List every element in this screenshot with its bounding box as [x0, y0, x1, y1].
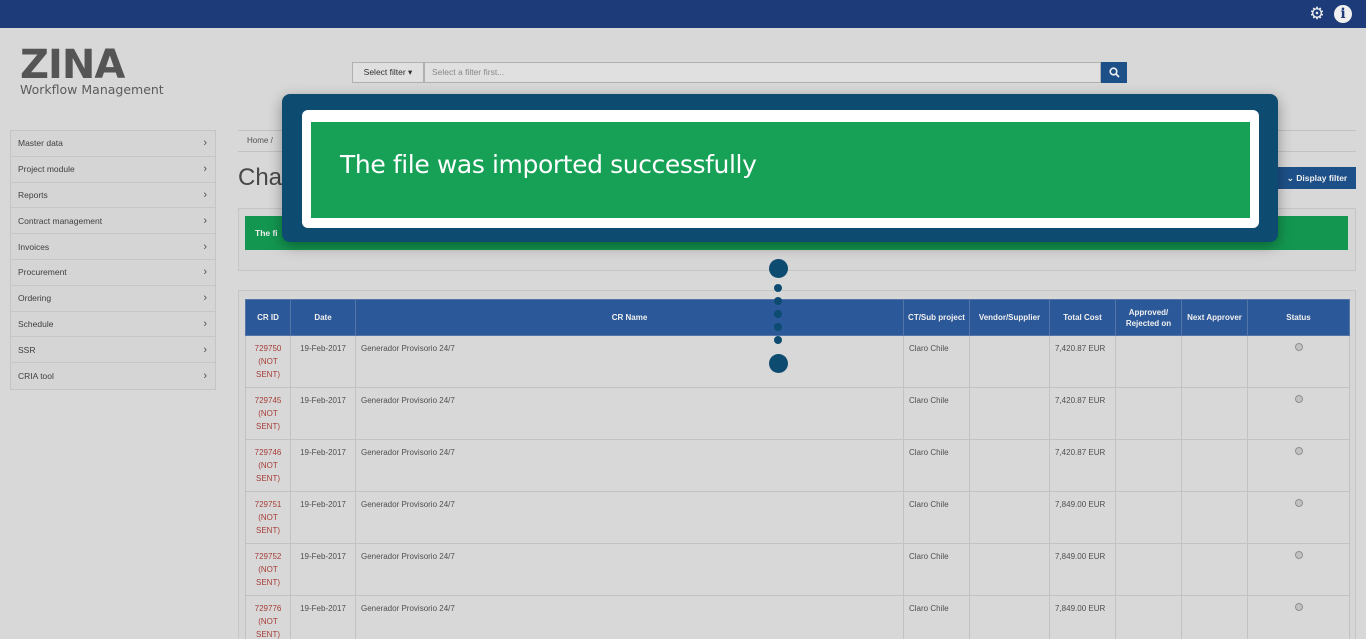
connector-dot: [774, 310, 782, 318]
callout-message: The file was imported successfully: [340, 150, 757, 179]
connector-dot-bottom: [769, 354, 788, 373]
connector-dot-top: [769, 259, 788, 278]
connector-dot: [774, 323, 782, 331]
connector-dot: [774, 297, 782, 305]
connector-dot: [774, 284, 782, 292]
connector-dot: [774, 336, 782, 344]
